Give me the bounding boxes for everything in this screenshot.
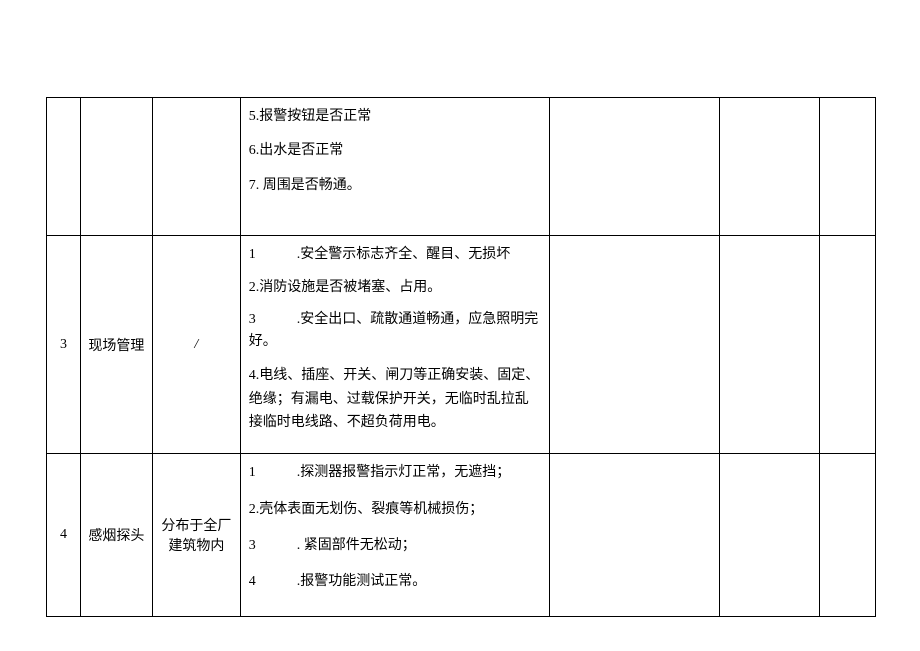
table-row: 3 现场管理 / 1.安全警示标志齐全、醒目、无损坏 2.消防设施是否被堵塞、占… xyxy=(47,236,876,454)
cell-content: 1.探测器报警指示灯正常，无遮挡； 2.壳体表面无划伤、裂痕等机械损伤； 3. … xyxy=(240,454,550,617)
table-row: 4 感烟探头 分布于全厂建筑物内 1.探测器报警指示灯正常，无遮挡； 2.壳体表… xyxy=(47,454,876,617)
cell-content: 1.安全警示标志齐全、醒目、无损坏 2.消防设施是否被堵塞、占用。 3.安全出口… xyxy=(240,236,550,454)
content-line: 2.壳体表面无划伤、裂痕等机械损伤； xyxy=(249,499,542,521)
cell-empty xyxy=(550,236,720,454)
cell-category: 现场管理 xyxy=(80,236,152,454)
content-line: 1.探测器报警指示灯正常，无遮挡； xyxy=(249,462,542,484)
cell-num: 4 xyxy=(47,454,81,617)
content-line: 4.电线、插座、开关、闸刀等正确安装、固定、绝缘；有漏电、过载保护开关，无临时乱… xyxy=(249,364,542,435)
content-line: 5.报警按钮是否正常 xyxy=(249,106,542,128)
cell-location xyxy=(152,98,240,236)
cell-empty xyxy=(720,454,820,617)
cell-empty xyxy=(720,236,820,454)
content-line: 3. 紧固部件无松动； xyxy=(249,535,542,557)
cell-location: 分布于全厂建筑物内 xyxy=(152,454,240,617)
cell-num xyxy=(47,98,81,236)
content-line: 4.报警功能测试正常。 xyxy=(249,571,542,593)
content-line: 7. 周围是否畅通。 xyxy=(249,175,542,197)
content-line: 6.出水是否正常 xyxy=(249,140,542,162)
content-line: 3.安全出口、疏散通道畅通，应急照明完好。 xyxy=(249,309,542,354)
cell-empty xyxy=(820,236,876,454)
cell-content: 5.报警按钮是否正常 6.出水是否正常 7. 周围是否畅通。 xyxy=(240,98,550,236)
cell-location: / xyxy=(152,236,240,454)
content-line: 2.消防设施是否被堵塞、占用。 xyxy=(249,277,542,299)
cell-category xyxy=(80,98,152,236)
table-row: 5.报警按钮是否正常 6.出水是否正常 7. 周围是否畅通。 xyxy=(47,98,876,236)
cell-empty xyxy=(820,98,876,236)
cell-empty xyxy=(550,98,720,236)
document-page: 5.报警按钮是否正常 6.出水是否正常 7. 周围是否畅通。 3 现场管理 / … xyxy=(0,0,920,651)
cell-empty xyxy=(820,454,876,617)
cell-category: 感烟探头 xyxy=(80,454,152,617)
content-line: 1.安全警示标志齐全、醒目、无损坏 xyxy=(249,244,542,266)
cell-num: 3 xyxy=(47,236,81,454)
cell-empty xyxy=(720,98,820,236)
inspection-table: 5.报警按钮是否正常 6.出水是否正常 7. 周围是否畅通。 3 现场管理 / … xyxy=(46,97,876,617)
cell-empty xyxy=(550,454,720,617)
